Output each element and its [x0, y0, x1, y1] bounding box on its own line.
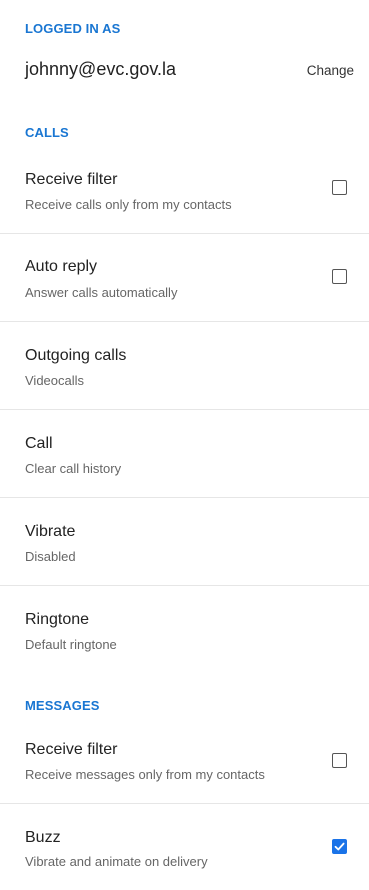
setting-subtitle: Videocalls	[25, 373, 85, 388]
setting-title: Auto reply	[25, 258, 98, 275]
setting-subtitle: Receive messages only from my contacts	[25, 767, 265, 782]
account-email: johnny@evc.gov.la	[25, 59, 177, 79]
change-account-button[interactable]: Change	[307, 63, 354, 78]
section-header-logged-in-as: LOGGED IN AS	[25, 21, 121, 36]
setting-title: Vibrate	[25, 523, 76, 540]
setting-subtitle: Clear call history	[25, 461, 122, 476]
buzz-checkbox[interactable]	[332, 839, 347, 854]
setting-subtitle: Default ringtone	[25, 637, 117, 652]
auto-reply-checkbox[interactable]	[332, 269, 347, 284]
receive-filter-calls-checkbox[interactable]	[332, 180, 347, 195]
setting-subtitle: Receive calls only from my contacts	[25, 197, 232, 212]
section-header-calls: CALLS	[25, 125, 69, 140]
setting-subtitle: Vibrate and animate on delivery	[25, 854, 208, 869]
divider	[0, 803, 369, 804]
setting-title: Receive filter	[25, 741, 118, 758]
setting-title: Buzz	[25, 829, 61, 846]
setting-subtitle: Disabled	[25, 549, 76, 564]
divider	[0, 409, 369, 410]
setting-title: Ringtone	[25, 611, 90, 628]
divider	[0, 321, 369, 322]
setting-title: Call	[25, 435, 53, 452]
setting-subtitle: Answer calls automatically	[25, 285, 178, 300]
setting-title: Outgoing calls	[25, 347, 127, 364]
receive-filter-messages-checkbox[interactable]	[332, 753, 347, 768]
checkmark-icon	[334, 842, 345, 851]
divider	[0, 585, 369, 586]
section-header-messages: MESSAGES	[25, 698, 100, 713]
divider	[0, 497, 369, 498]
divider	[0, 233, 369, 234]
setting-title: Receive filter	[25, 171, 118, 188]
